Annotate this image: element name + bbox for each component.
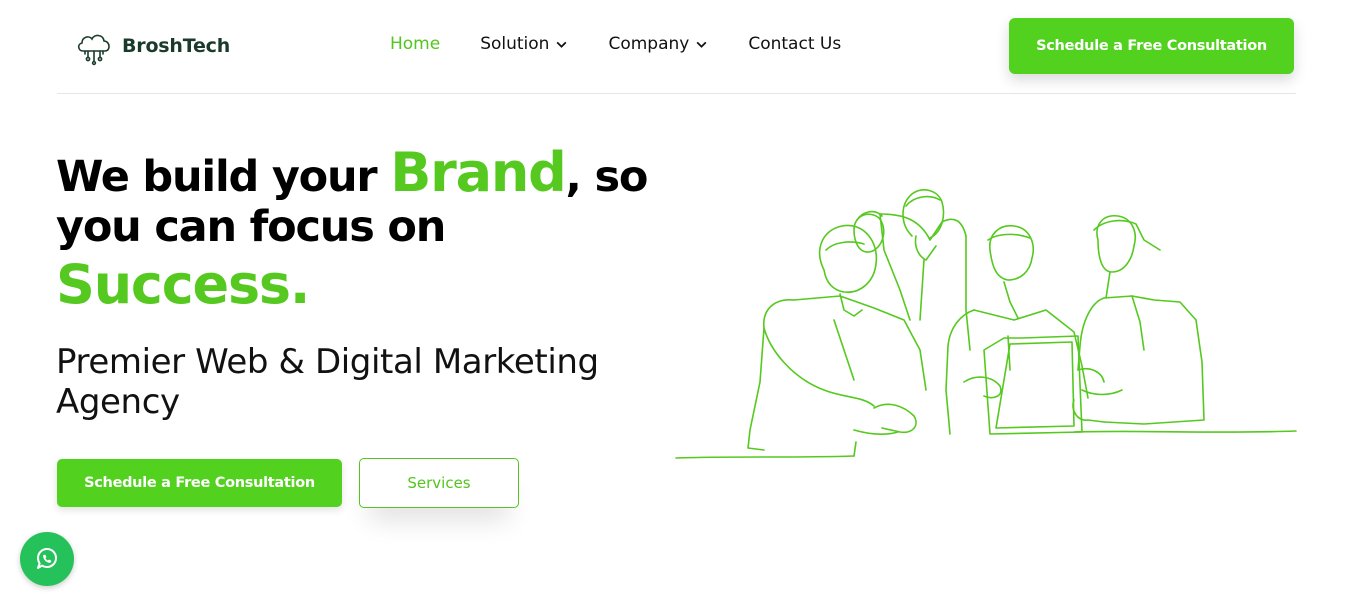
header-schedule-consultation-button[interactable]: Schedule a Free Consultation (1009, 18, 1294, 74)
whatsapp-chat-button[interactable] (20, 532, 74, 586)
nav-item-label: Solution (480, 34, 550, 54)
hero-schedule-consultation-button[interactable]: Schedule a Free Consultation (57, 459, 342, 507)
chevron-down-icon (557, 41, 567, 48)
nav-item-label: Home (390, 34, 441, 54)
hero-title-success: Success. (56, 253, 310, 316)
hero-subtitle: Premier Web & Digital Marketing Agency (56, 342, 599, 422)
brand-logo[interactable]: BroshTech (74, 26, 230, 66)
whatsapp-icon (37, 548, 57, 569)
nav-item-label: Company (608, 34, 690, 54)
main-nav: Home Solution Company Contact Us (390, 34, 841, 54)
nav-item-label: Contact Us (748, 34, 842, 54)
nav-item-company[interactable]: Company (608, 34, 708, 54)
hero-title-highlight: Brand (390, 141, 567, 204)
hero-title-part1: We build your (56, 152, 391, 202)
nav-item-home[interactable]: Home (390, 34, 440, 54)
team-line-art-illustration (675, 189, 1297, 459)
chevron-down-icon (696, 41, 707, 48)
brand-name: BroshTech (122, 35, 231, 57)
nav-item-solution[interactable]: Solution (480, 34, 568, 54)
services-button[interactable]: Services (359, 458, 519, 508)
hero-title: We build your Brand, so you can focus on… (56, 146, 736, 316)
cloud-circuit-icon (77, 34, 110, 66)
header-divider (57, 93, 1296, 94)
site-header: BroshTech Home Solution Company Contact … (0, 0, 1349, 94)
nav-item-contact[interactable]: Contact Us (748, 34, 841, 54)
